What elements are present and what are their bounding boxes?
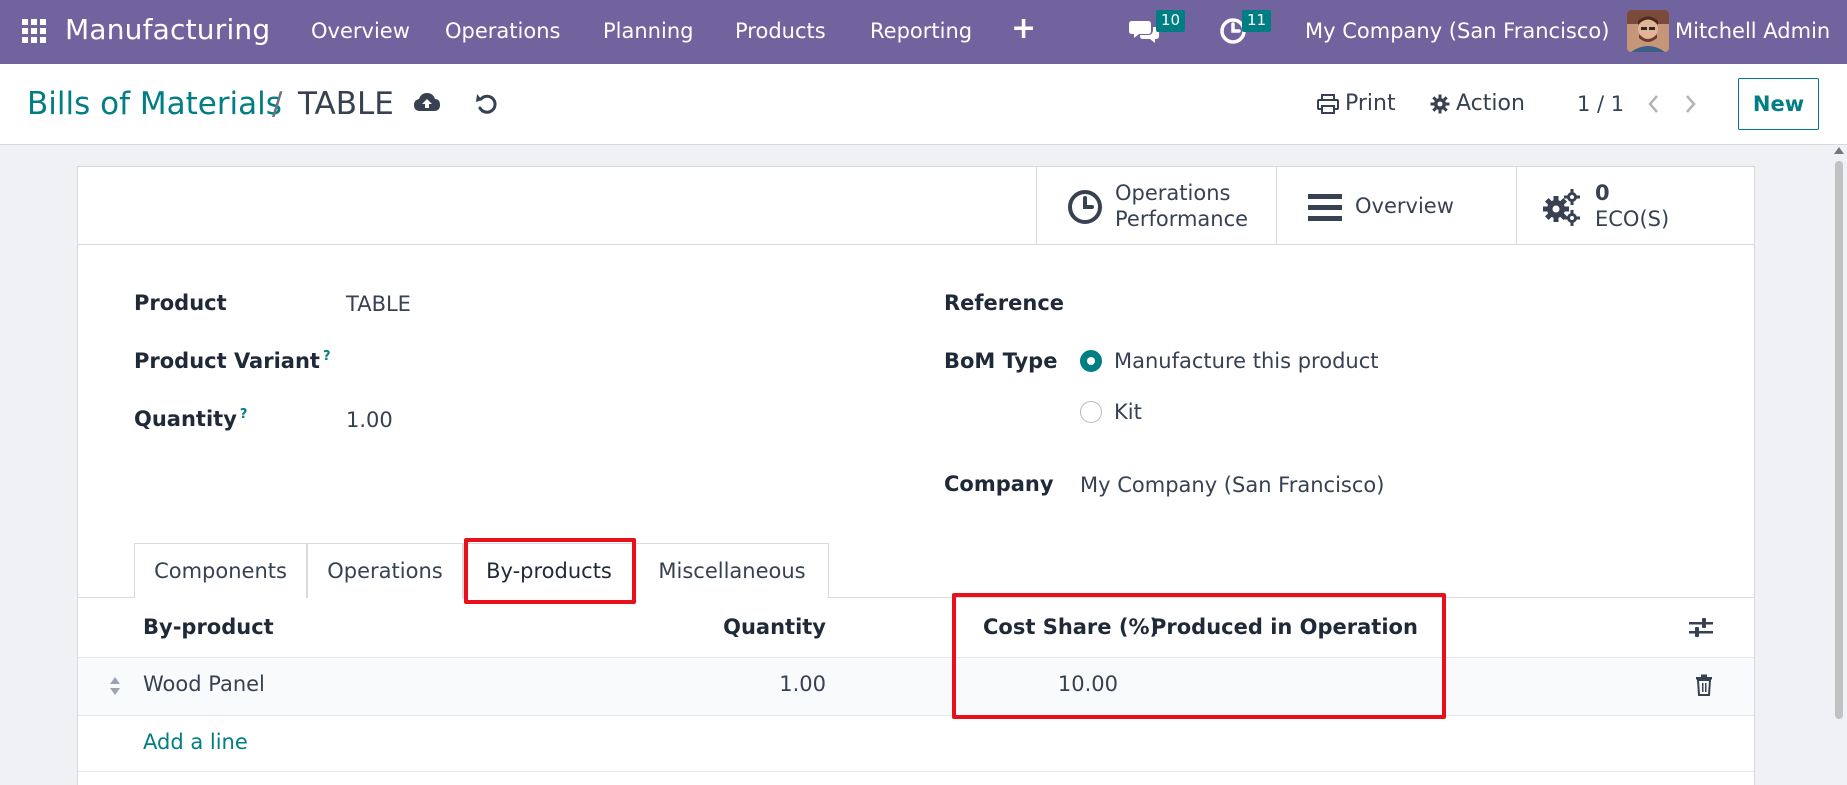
user-avatar-icon	[1627, 10, 1669, 52]
breadcrumb-separator: /	[272, 86, 283, 122]
cost-share-cell[interactable]: 10.00	[983, 672, 1118, 696]
scrollbar[interactable]	[1830, 145, 1847, 785]
pager-value[interactable]: 1 / 1	[1577, 91, 1624, 117]
menu-reporting[interactable]: Reporting	[870, 19, 972, 43]
app-brand[interactable]: Manufacturing	[65, 14, 270, 46]
row-divider	[78, 715, 1754, 716]
pager-next-button[interactable]	[1679, 92, 1701, 116]
add-line-link[interactable]: Add a line	[143, 730, 248, 754]
tab-operations[interactable]: Operations	[307, 543, 463, 598]
breadcrumb-bills-of-materials[interactable]: Bills of Materials	[27, 86, 282, 122]
tab-miscellaneous[interactable]: Miscellaneous	[635, 543, 829, 598]
eco-label: ECO(S)	[1595, 207, 1670, 231]
bom-type-manufacture-radio[interactable]	[1080, 350, 1102, 372]
company-switcher[interactable]: My Company (San Francisco)	[1305, 19, 1609, 43]
row-divider	[78, 771, 1754, 772]
eco-count: 0	[1595, 181, 1610, 205]
save-button[interactable]	[413, 91, 441, 117]
chevron-right-icon	[1686, 95, 1696, 113]
gear-icon	[1430, 94, 1450, 114]
grid-icon[interactable]	[22, 19, 46, 43]
product-label: Product	[134, 291, 227, 315]
trash-icon[interactable]	[1695, 674, 1713, 696]
quantity-label: Quantity?	[134, 407, 248, 431]
byproduct-cell[interactable]: Wood Panel	[143, 672, 265, 696]
operations-performance-button[interactable]: Operations Performance	[1036, 167, 1276, 244]
printer-icon	[1317, 94, 1339, 114]
menu-planning[interactable]: Planning	[603, 19, 693, 43]
discard-button[interactable]	[474, 91, 502, 117]
new-button[interactable]: New	[1738, 78, 1819, 130]
bom-type-kit-label[interactable]: Kit	[1114, 400, 1142, 424]
produced-in-operation-cell[interactable]	[1151, 672, 1331, 700]
eco-button[interactable]: 0 ECO(S)	[1516, 167, 1754, 244]
sliders-icon	[1689, 618, 1713, 637]
activities-button[interactable]: 11	[1218, 10, 1272, 48]
table-row[interactable]: Wood Panel 1.00 10.00	[78, 658, 1754, 715]
menu-products[interactable]: Products	[735, 19, 826, 43]
reference-label: Reference	[944, 291, 1065, 315]
overview-label: Overview	[1355, 194, 1454, 218]
scrollbar-thumb[interactable]	[1835, 161, 1843, 719]
print-label: Print	[1345, 91, 1396, 116]
avatar[interactable]	[1627, 10, 1669, 52]
product-field[interactable]: TABLE	[346, 292, 411, 316]
operations-performance-label-2: Performance	[1115, 207, 1249, 231]
pager-previous-button[interactable]	[1643, 92, 1665, 116]
form-sheet: Operations Performance Overview 0 ECO(S)…	[77, 166, 1755, 785]
scroll-up-arrow-icon[interactable]	[1834, 147, 1844, 154]
gears-icon	[1543, 189, 1580, 226]
page-title: TABLE	[298, 86, 394, 122]
menu-operations[interactable]: Operations	[445, 19, 560, 43]
chevron-left-icon	[1648, 95, 1658, 113]
help-icon[interactable]: ?	[240, 407, 248, 422]
product-variant-label: Product Variant?	[134, 349, 331, 373]
bars-icon	[1308, 194, 1342, 221]
tab-by-products[interactable]: By-products	[463, 543, 635, 599]
company-field[interactable]: My Company (San Francisco)	[1080, 473, 1384, 497]
action-button[interactable]: Action	[1430, 91, 1525, 117]
activities-badge: 11	[1242, 10, 1272, 32]
tab-components[interactable]: Components	[134, 543, 307, 598]
overview-button[interactable]: Overview	[1276, 167, 1516, 244]
company-label: Company	[944, 472, 1054, 496]
cloud-upload-icon	[414, 93, 440, 111]
bom-type-label: BoM Type	[944, 349, 1058, 373]
bom-type-kit-radio[interactable]	[1080, 401, 1102, 423]
clock-icon	[1068, 190, 1102, 224]
smart-button-box: Operations Performance Overview 0 ECO(S)	[78, 167, 1754, 245]
control-panel: Bills of Materials / TABLE Print Action …	[0, 64, 1847, 145]
print-button[interactable]: Print	[1317, 91, 1396, 117]
messages-badge: 10	[1156, 10, 1186, 32]
top-navbar: Manufacturing Overview Operations Planni…	[0, 0, 1847, 64]
column-header-quantity[interactable]: Quantity	[656, 615, 826, 639]
help-icon[interactable]: ?	[323, 349, 331, 364]
column-header-produced-in-operation[interactable]: Produced in Operation	[1151, 615, 1418, 639]
action-label: Action	[1456, 91, 1525, 116]
product-variant-field[interactable]	[346, 349, 846, 377]
bom-type-manufacture-label[interactable]: Manufacture this product	[1114, 349, 1379, 373]
menu-overview[interactable]: Overview	[311, 19, 410, 43]
column-header-cost-share[interactable]: Cost Share (%)	[983, 615, 1159, 639]
optional-columns-button[interactable]	[1688, 616, 1718, 646]
plus-icon[interactable]: +	[1011, 14, 1036, 44]
quantity-cell[interactable]: 1.00	[656, 672, 826, 696]
user-menu[interactable]: Mitchell Admin	[1675, 19, 1830, 43]
messages-button[interactable]: 10	[1128, 10, 1186, 48]
operations-performance-label-1: Operations	[1115, 181, 1231, 205]
quantity-field[interactable]: 1.00	[346, 408, 393, 432]
undo-icon	[476, 94, 497, 114]
column-header-byproduct[interactable]: By-product	[143, 615, 274, 639]
drag-handle-icon[interactable]	[108, 675, 122, 697]
reference-field[interactable]	[1080, 291, 1580, 319]
